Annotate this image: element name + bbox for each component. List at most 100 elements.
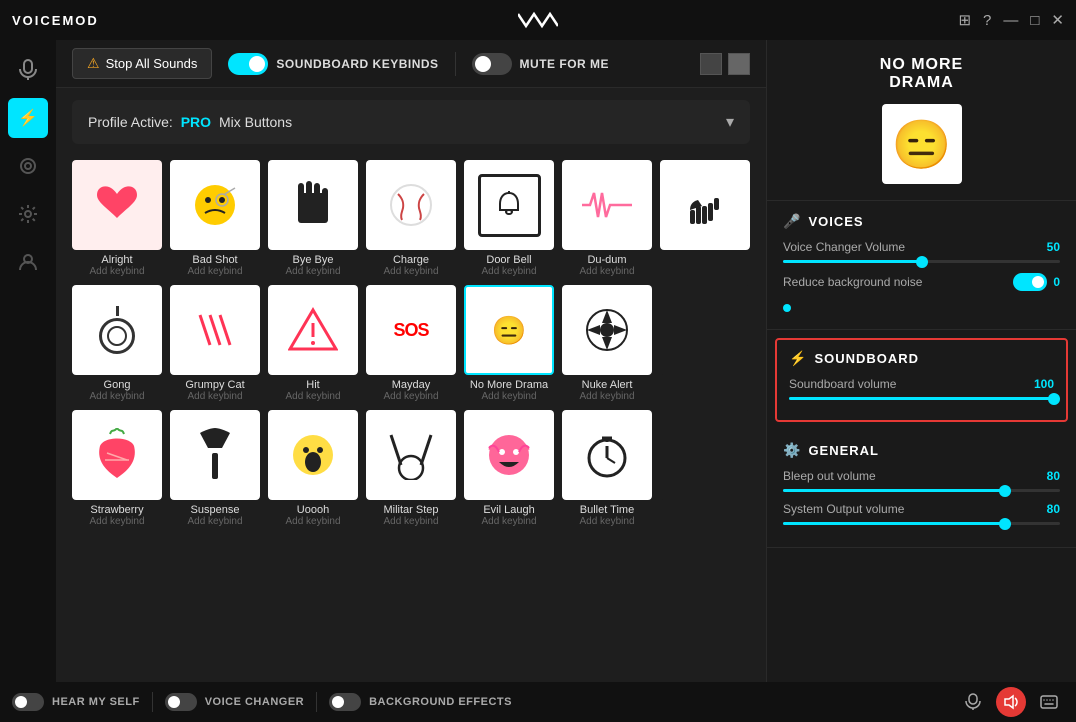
bottom-right-controls: [958, 687, 1064, 717]
mute-for-me-toggle-group: MUTE FOR ME: [472, 53, 610, 75]
featured-sound-title: NO MOREDRAMA: [880, 56, 963, 92]
sound-name: Bullet Time: [580, 504, 634, 516]
sound-keybind[interactable]: Add keybind: [285, 266, 340, 277]
sidebar-item-mic[interactable]: [8, 50, 48, 90]
mute-for-me-toggle[interactable]: [472, 53, 512, 75]
sound-keybind[interactable]: Add keybind: [481, 516, 536, 527]
soundboard-volume-row: Soundboard volume 100: [789, 377, 1054, 391]
sound-keybind[interactable]: Add keybind: [579, 391, 634, 402]
right-panel: NO MOREDRAMA 😑 🎤 VOICES Voice Changer Vo…: [766, 40, 1076, 722]
minimize-icon[interactable]: —: [1003, 12, 1018, 29]
sound-item[interactable]: AlrightAdd keybind: [72, 160, 162, 277]
voices-section-header: 🎤 VOICES: [783, 213, 1060, 230]
sound-item[interactable]: [660, 160, 750, 277]
hear-myself-toggle[interactable]: [12, 693, 44, 711]
sound-grid: AlrightAdd keybindBad ShotAdd keybindBye…: [56, 152, 766, 682]
bleep-volume-slider[interactable]: [783, 489, 1060, 492]
sound-keybind[interactable]: Add keybind: [89, 516, 144, 527]
grid-icon[interactable]: ⊞: [958, 11, 971, 29]
output-volume-row: System Output volume 80: [783, 502, 1060, 516]
close-icon[interactable]: ✕: [1051, 11, 1064, 29]
sound-item[interactable]: 😑No More DramaAdd keybind: [464, 285, 554, 402]
sound-keybind[interactable]: Add keybind: [187, 391, 242, 402]
sound-keybind[interactable]: Add keybind: [481, 266, 536, 277]
sound-name: Bye Bye: [293, 254, 334, 266]
maximize-icon[interactable]: □: [1030, 12, 1039, 29]
background-effects-toggle[interactable]: [329, 693, 361, 711]
sound-keybind[interactable]: Add keybind: [383, 391, 438, 402]
sound-keybind[interactable]: Add keybind: [383, 516, 438, 527]
sound-name: Grumpy Cat: [185, 379, 244, 391]
reduce-noise-toggle[interactable]: [1013, 273, 1047, 291]
speaker-bottom-icon[interactable]: [996, 687, 1026, 717]
window-controls: ⊞ ? — □ ✕: [958, 11, 1064, 29]
voice-changer-volume-value: 50: [1030, 240, 1060, 254]
sound-name: Bad Shot: [192, 254, 237, 266]
sound-name: Du-dum: [587, 254, 626, 266]
sound-keybind[interactable]: Add keybind: [89, 391, 144, 402]
soundboard-keybinds-toggle-group: SOUNDBOARD KEYBINDS: [228, 53, 438, 75]
reduce-noise-row: Reduce background noise 0: [783, 273, 1060, 291]
voice-changer-toggle[interactable]: [165, 693, 197, 711]
sound-item[interactable]: Nuke AlertAdd keybind: [562, 285, 652, 402]
main-content: ⚠ Stop All Sounds SOUNDBOARD KEYBINDS MU…: [56, 40, 766, 722]
grid-large-button[interactable]: [728, 53, 750, 75]
soundboard-section-title: SOUNDBOARD: [814, 351, 919, 366]
sound-item[interactable]: Bad ShotAdd keybind: [170, 160, 260, 277]
soundboard-volume-slider[interactable]: [789, 397, 1054, 400]
sound-keybind[interactable]: Add keybind: [187, 266, 242, 277]
soundboard-keybinds-toggle[interactable]: [228, 53, 268, 75]
sound-keybind[interactable]: Add keybind: [383, 266, 438, 277]
sidebar-item-settings[interactable]: [8, 194, 48, 234]
sound-keybind[interactable]: Add keybind: [187, 516, 242, 527]
sound-keybind[interactable]: Add keybind: [579, 516, 634, 527]
sound-item[interactable]: Bullet TimeAdd keybind: [562, 410, 652, 527]
sound-name: Gong: [104, 379, 131, 391]
grid-small-button[interactable]: [700, 53, 722, 75]
sound-item[interactable]: HitAdd keybind: [268, 285, 358, 402]
soundboard-section: ⚡ SOUNDBOARD Soundboard volume 100: [775, 338, 1068, 422]
profile-bar[interactable]: Profile Active: PRO Mix Buttons ▾: [72, 100, 750, 144]
sound-item[interactable]: Grumpy CatAdd keybind: [170, 285, 260, 402]
sound-item[interactable]: ChargeAdd keybind: [366, 160, 456, 277]
general-section-header: ⚙️ GENERAL: [783, 442, 1060, 459]
sidebar-item-profile[interactable]: [8, 242, 48, 282]
sound-keybind[interactable]: Add keybind: [285, 391, 340, 402]
sound-item[interactable]: SOSMaydayAdd keybind: [366, 285, 456, 402]
sound-item[interactable]: Du-dumAdd keybind: [562, 160, 652, 277]
sidebar-item-soundboard[interactable]: ⚡: [8, 98, 48, 138]
sound-name: Evil Laugh: [483, 504, 534, 516]
app-logo: VOICEMOD: [12, 13, 99, 28]
chevron-down-icon: ▾: [726, 112, 734, 132]
sound-keybind[interactable]: Add keybind: [89, 266, 144, 277]
sound-keybind[interactable]: Add keybind: [285, 516, 340, 527]
help-icon[interactable]: ?: [983, 12, 991, 29]
voice-changer-volume-slider[interactable]: [783, 260, 1060, 263]
sound-item[interactable]: UooohAdd keybind: [268, 410, 358, 527]
featured-sound: NO MOREDRAMA 😑: [767, 40, 1076, 201]
bleep-volume-label: Bleep out volume: [783, 469, 876, 483]
keyboard-bottom-icon[interactable]: [1034, 687, 1064, 717]
bottom-divider-1: [152, 692, 153, 712]
sound-item[interactable]: Door BellAdd keybind: [464, 160, 554, 277]
sound-item[interactable]: Bye ByeAdd keybind: [268, 160, 358, 277]
sound-item[interactable]: Militar StepAdd keybind: [366, 410, 456, 527]
sound-item[interactable]: GongAdd keybind: [72, 285, 162, 402]
sound-item[interactable]: StrawberryAdd keybind: [72, 410, 162, 527]
vm-logo-icon: [518, 10, 558, 30]
titlebar: VOICEMOD ⊞ ? — □ ✕: [0, 0, 1076, 40]
sound-keybind[interactable]: Add keybind: [579, 266, 634, 277]
voice-changer-label: VOICE CHANGER: [205, 696, 304, 708]
sound-item[interactable]: Evil LaughAdd keybind: [464, 410, 554, 527]
sound-name: Mayday: [392, 379, 431, 391]
sound-name: Alright: [101, 254, 132, 266]
warning-icon: ⚠: [87, 55, 100, 72]
hear-myself-group: HEAR MY SELF: [12, 693, 140, 711]
mic-bottom-icon[interactable]: [958, 687, 988, 717]
sound-name: No More Drama: [470, 379, 548, 391]
sound-keybind[interactable]: Add keybind: [481, 391, 536, 402]
sidebar-item-effects[interactable]: [8, 146, 48, 186]
sound-item[interactable]: SuspenseAdd keybind: [170, 410, 260, 527]
stop-all-sounds-button[interactable]: ⚠ Stop All Sounds: [72, 48, 212, 79]
output-volume-slider[interactable]: [783, 522, 1060, 525]
